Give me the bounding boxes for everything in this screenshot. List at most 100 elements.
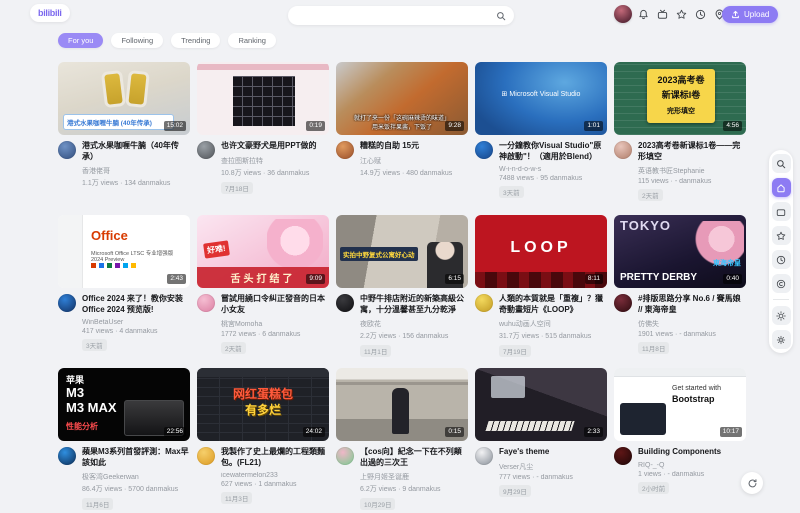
video-title[interactable]: Building Components <box>638 447 746 458</box>
video-title[interactable]: 港式水果咖喱牛腩（40年传承） <box>82 141 190 162</box>
uploader-name[interactable]: WinBetaUser <box>82 319 190 326</box>
video-title[interactable]: 也许文豪野犬是用PPT做的 <box>221 141 329 152</box>
toolbar-sun-icon[interactable] <box>772 306 791 325</box>
video-title[interactable]: 【cos向】紀念一下在不列顛出過的三次王 <box>360 447 468 468</box>
uploader-avatar[interactable] <box>614 141 632 159</box>
video-card[interactable]: Get started withBootstrap10:17 Building … <box>614 368 746 513</box>
uploader-avatar[interactable] <box>475 141 493 159</box>
uploader-name[interactable]: 英语教书匠Stephanie <box>638 166 746 176</box>
toolbar-star-icon[interactable] <box>772 226 791 245</box>
uploader-name[interactable]: 查拉图斯拉特 <box>221 156 329 166</box>
thumb-overlay-text: TOKYO <box>620 218 671 233</box>
toolbar-home-icon[interactable] <box>772 178 791 197</box>
uploader-name[interactable]: 极客湾Geekerwan <box>82 472 190 482</box>
toolbar-clock-icon[interactable] <box>772 250 791 269</box>
uploader-avatar[interactable] <box>197 141 215 159</box>
video-card[interactable]: TOKYOPRETTY DERBY東海帝皇0:40 #排版思路分享 No.6 /… <box>614 215 746 360</box>
video-card[interactable]: 港式水果咖喱牛腩 (40年传承)15:02 港式水果咖喱牛腩（40年传承） 香港… <box>58 62 190 207</box>
video-card[interactable]: 2:33 Faye's theme Verser凡尘 777 views · -… <box>475 368 607 513</box>
video-title[interactable]: 糟糕的自助 15元 <box>360 141 468 152</box>
video-card[interactable]: 好难!舌头打结了9:09 嘗試用繞口令糾正發音的日本小女友 桃宮Momoha 1… <box>197 215 329 360</box>
video-card[interactable]: Microsoft Visual Studio1:01 一分鐘教你Visual … <box>475 62 607 207</box>
video-title[interactable]: Office 2024 来了！教你安装 Office 2024 预览版! <box>82 294 190 315</box>
clock-icon[interactable] <box>695 9 706 20</box>
video-thumbnail[interactable]: 实拍中野复式公寓好心动6:15 <box>336 215 468 288</box>
toolbar-c-circle-icon[interactable] <box>772 274 791 293</box>
uploader-avatar[interactable] <box>197 294 215 312</box>
video-title[interactable]: #排版思路分享 No.6 / 賽馬娘 // 東海帝皇 <box>638 294 746 315</box>
star-icon[interactable] <box>676 9 687 20</box>
video-card[interactable]: OfficeMicrosoft Office LTSC 专业增强版 2024 P… <box>58 215 190 360</box>
uploader-avatar[interactable] <box>336 447 354 465</box>
uploader-name[interactable]: 香港佬哥 <box>82 166 190 176</box>
toolbar-gear-icon[interactable] <box>772 330 791 349</box>
uploader-name[interactable]: 江心赋 <box>360 156 468 166</box>
video-card[interactable]: LOOP8:11 人類的本質就是「重複」？獵奇動畫短片《LOOP》 wuhu动画… <box>475 215 607 360</box>
uploader-name[interactable]: 仿佛失 <box>638 319 746 329</box>
uploader-avatar[interactable] <box>58 141 76 159</box>
video-thumbnail[interactable]: 苹果M3M3 MAX性能分析22:56 <box>58 368 190 441</box>
dynamic-icon[interactable] <box>657 9 668 20</box>
video-thumbnail[interactable]: OfficeMicrosoft Office LTSC 专业增强版 2024 P… <box>58 215 190 288</box>
video-thumbnail[interactable]: TOKYOPRETTY DERBY東海帝皇0:40 <box>614 215 746 288</box>
upload-button[interactable]: Upload <box>722 6 778 23</box>
toolbar-search-icon[interactable] <box>772 154 791 173</box>
video-thumbnail[interactable]: 网红蛋糕包有多烂24:02 <box>197 368 329 441</box>
tab-trending[interactable]: Trending <box>171 33 220 48</box>
uploader-name[interactable]: icewatermelon233 <box>221 472 329 479</box>
uploader-avatar[interactable] <box>336 141 354 159</box>
uploader-name[interactable]: W-i-n-d-o-w-s <box>499 166 607 173</box>
video-card[interactable]: 实拍中野复式公寓好心动6:15 中野牛排店附近的新築高級公寓，十分溫馨甚至九分乾… <box>336 215 468 360</box>
uploader-name[interactable]: 夜欧花 <box>360 319 468 329</box>
video-thumbnail[interactable]: 0:19 <box>197 62 329 135</box>
video-card[interactable]: 0:19 也许文豪野犬是用PPT做的 查拉图斯拉特 10.8万 views · … <box>197 62 329 207</box>
video-title[interactable]: 中野牛排店附近的新築高級公寓，十分溫馨甚至九分乾淨 <box>360 294 468 315</box>
video-title[interactable]: 我製作了史上最爛的工程類麵包。(FL21) <box>221 447 329 468</box>
video-card[interactable]: 苹果M3M3 MAX性能分析22:56 蘋果M3系列首發評測：Max早該如此 极… <box>58 368 190 513</box>
video-title[interactable]: 蘋果M3系列首發評測：Max早該如此 <box>82 447 190 468</box>
bilibili-logo[interactable]: bilibili <box>30 4 70 22</box>
uploader-avatar[interactable] <box>336 294 354 312</box>
uploader-name[interactable]: Verser凡尘 <box>499 462 607 472</box>
uploader-name[interactable]: 桃宮Momoha <box>221 319 329 329</box>
video-thumbnail[interactable]: 就打了来一份「这碗麻辣烫的味道」用米饭拌果酱，下饭了9:28 <box>336 62 468 135</box>
uploader-name[interactable]: RIQ-_-Q <box>638 462 746 469</box>
video-title[interactable]: 人類的本質就是「重複」？獵奇動畫短片《LOOP》 <box>499 294 607 315</box>
uploader-avatar[interactable] <box>58 447 76 465</box>
video-thumbnail[interactable]: LOOP8:11 <box>475 215 607 288</box>
video-title[interactable]: 一分鐘教你Visual Studio"原神啟動"！（適用於Blend） <box>499 141 607 162</box>
uploader-name[interactable]: wuhu动画人空间 <box>499 319 607 329</box>
uploader-avatar[interactable] <box>197 447 215 465</box>
video-title[interactable]: Faye's theme <box>499 447 607 458</box>
uploader-avatar[interactable] <box>475 447 493 465</box>
video-card[interactable]: 2023高考卷新课标I卷完形填空4:56 2023高考卷新课标1卷——完形填空 … <box>614 62 746 207</box>
video-thumbnail[interactable]: 港式水果咖喱牛腩 (40年传承)15:02 <box>58 62 190 135</box>
video-card[interactable]: 0:15 【cos向】紀念一下在不列顛出過的三次王 上野月姬圣诞鹿 6.2万 v… <box>336 368 468 513</box>
video-thumbnail[interactable]: 2:33 <box>475 368 607 441</box>
video-card[interactable]: 网红蛋糕包有多烂24:02 我製作了史上最爛的工程類麵包。(FL21) icew… <box>197 368 329 513</box>
duration-badge: 15:02 <box>164 121 186 131</box>
video-thumbnail[interactable]: Microsoft Visual Studio1:01 <box>475 62 607 135</box>
tab-following[interactable]: Following <box>111 33 163 48</box>
video-thumbnail[interactable]: Get started withBootstrap10:17 <box>614 368 746 441</box>
video-thumbnail[interactable]: 2023高考卷新课标I卷完形填空4:56 <box>614 62 746 135</box>
video-thumbnail[interactable]: 好难!舌头打结了9:09 <box>197 215 329 288</box>
video-thumbnail[interactable]: 0:15 <box>336 368 468 441</box>
uploader-avatar[interactable] <box>614 447 632 465</box>
toolbar-tv-icon[interactable] <box>772 202 791 221</box>
uploader-avatar[interactable] <box>475 294 493 312</box>
video-card[interactable]: 就打了来一份「这碗麻辣烫的味道」用米饭拌果酱，下饭了9:28 糟糕的自助 15元… <box>336 62 468 207</box>
tab-ranking[interactable]: Ranking <box>228 33 276 48</box>
search-icon[interactable] <box>496 11 506 21</box>
uploader-avatar[interactable] <box>58 294 76 312</box>
search-input[interactable] <box>296 10 496 21</box>
video-title[interactable]: 嘗試用繞口令糾正發音的日本小女友 <box>221 294 329 315</box>
search-bar[interactable] <box>288 6 514 25</box>
bell-icon[interactable] <box>638 9 649 20</box>
uploader-name[interactable]: 上野月姬圣诞鹿 <box>360 472 468 482</box>
uploader-avatar[interactable] <box>614 294 632 312</box>
refresh-button[interactable] <box>741 472 763 494</box>
user-avatar[interactable] <box>614 5 632 23</box>
tab-for-you[interactable]: For you <box>58 33 103 48</box>
video-title[interactable]: 2023高考卷新课标1卷——完形填空 <box>638 141 746 162</box>
